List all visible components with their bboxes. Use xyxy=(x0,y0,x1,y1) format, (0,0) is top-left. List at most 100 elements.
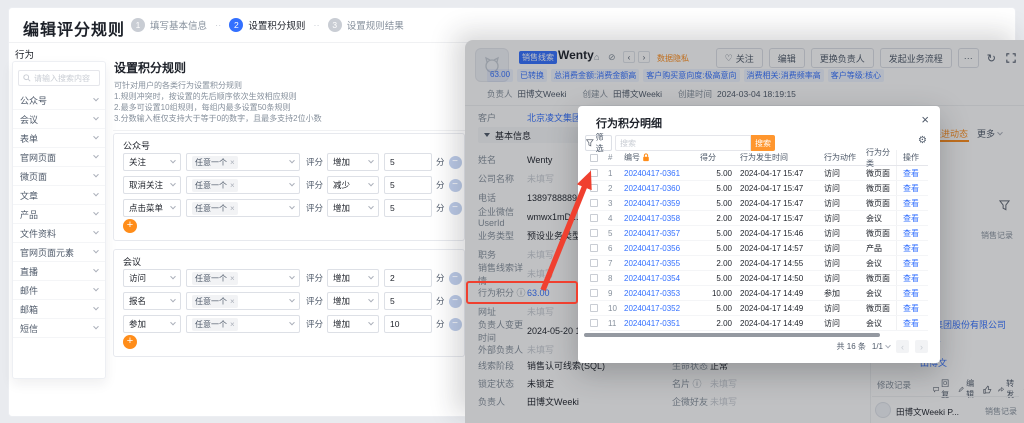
action-select[interactable]: 参加 xyxy=(123,315,181,333)
score-table-row[interactable]: 6 20240417-0356 5.00 2024-04-17 14:57 访问… xyxy=(590,241,928,256)
target-multiselect[interactable]: 任意一个× xyxy=(186,176,300,194)
target-multiselect[interactable]: 任意一个× xyxy=(186,269,300,287)
add-rule-button[interactable]: + xyxy=(123,335,137,349)
wizard-step[interactable]: 3 设置规则结果 xyxy=(328,18,404,32)
score-number-link[interactable]: 20240417-0356 xyxy=(624,244,680,253)
score-table-row[interactable]: 8 20240417-0354 5.00 2024-04-17 14:50 访问… xyxy=(590,271,928,286)
view-link[interactable]: 查看 xyxy=(903,318,919,329)
row-checkbox[interactable] xyxy=(590,184,598,192)
wizard-step[interactable]: 1 填写基本信息 xyxy=(131,18,221,32)
search-input[interactable] xyxy=(34,74,95,83)
view-link[interactable]: 查看 xyxy=(903,168,919,179)
score-input[interactable]: 2 xyxy=(384,269,432,287)
view-link[interactable]: 查看 xyxy=(903,183,919,194)
view-link[interactable]: 查看 xyxy=(903,243,919,254)
operation-select[interactable]: 增加 xyxy=(327,199,379,217)
row-checkbox[interactable] xyxy=(590,214,598,222)
sidebar-search[interactable] xyxy=(18,70,100,86)
remove-chip-icon[interactable]: × xyxy=(230,274,235,283)
score-number-link[interactable]: 20240417-0361 xyxy=(624,169,680,178)
sidebar-category-item[interactable]: 邮箱 xyxy=(13,300,105,319)
gear-icon[interactable]: ⚙ xyxy=(918,135,927,146)
add-rule-button[interactable]: + xyxy=(123,219,137,233)
action-select[interactable]: 报名 xyxy=(123,292,181,310)
next-page-button[interactable]: › xyxy=(915,340,928,353)
row-checkbox[interactable] xyxy=(590,289,598,297)
filter-button[interactable]: 筛选 xyxy=(585,135,612,151)
remove-chip-icon[interactable]: × xyxy=(230,204,235,213)
wizard-step[interactable]: 2 设置积分规则 xyxy=(229,18,319,32)
score-number-link[interactable]: 20240417-0352 xyxy=(624,304,680,313)
remove-row-button[interactable]: − xyxy=(449,156,462,169)
row-checkbox[interactable] xyxy=(590,319,598,327)
remove-row-button[interactable]: − xyxy=(449,272,462,285)
score-table-row[interactable]: 3 20240417-0359 5.00 2024-04-17 15:47 访问… xyxy=(590,196,928,211)
score-input[interactable]: 5 xyxy=(384,153,432,171)
sidebar-category-item[interactable]: 微页面 xyxy=(13,167,105,186)
view-link[interactable]: 查看 xyxy=(903,228,919,239)
prev-page-button[interactable]: ‹ xyxy=(896,340,909,353)
row-checkbox[interactable] xyxy=(590,259,598,267)
remove-row-button[interactable]: − xyxy=(449,318,462,331)
page-select[interactable]: 1/1 xyxy=(872,342,890,351)
remove-chip-icon[interactable]: × xyxy=(230,320,235,329)
remove-chip-icon[interactable]: × xyxy=(230,158,235,167)
sidebar-category-item[interactable]: 官网页面元素 xyxy=(13,243,105,262)
sidebar-category-item[interactable]: 官网页面 xyxy=(13,148,105,167)
remove-chip-icon[interactable]: × xyxy=(230,181,235,190)
row-checkbox[interactable] xyxy=(590,199,598,207)
horizontal-scrollbar[interactable] xyxy=(584,333,880,337)
close-icon[interactable]: × xyxy=(921,112,929,127)
sidebar-category-item[interactable]: 直播 xyxy=(13,262,105,281)
score-input[interactable]: 10 xyxy=(384,315,432,333)
view-link[interactable]: 查看 xyxy=(903,303,919,314)
row-checkbox[interactable] xyxy=(590,304,598,312)
remove-row-button[interactable]: − xyxy=(449,295,462,308)
sidebar-category-item[interactable]: 文件资料 xyxy=(13,224,105,243)
score-table-row[interactable]: 5 20240417-0357 5.00 2024-04-17 15:46 访问… xyxy=(590,226,928,241)
sidebar-category-item[interactable]: 邮件 xyxy=(13,281,105,300)
score-table-row[interactable]: 9 20240417-0353 10.00 2024-04-17 14:49 参… xyxy=(590,286,928,301)
score-number-link[interactable]: 20240417-0360 xyxy=(624,184,680,193)
score-table-row[interactable]: 1 20240417-0361 5.00 2024-04-17 15:47 访问… xyxy=(590,166,928,181)
score-input[interactable]: 5 xyxy=(384,199,432,217)
score-number-link[interactable]: 20240417-0351 xyxy=(624,319,680,328)
view-link[interactable]: 查看 xyxy=(903,258,919,269)
score-number-link[interactable]: 20240417-0355 xyxy=(624,259,680,268)
score-table-row[interactable]: 4 20240417-0358 2.00 2024-04-17 15:47 访问… xyxy=(590,211,928,226)
score-table-row[interactable]: 2 20240417-0360 5.00 2024-04-17 15:47 访问… xyxy=(590,181,928,196)
select-all-checkbox[interactable] xyxy=(590,154,598,162)
operation-select[interactable]: 增加 xyxy=(327,153,379,171)
sidebar-category-item[interactable]: 文章 xyxy=(13,186,105,205)
action-select[interactable]: 访问 xyxy=(123,269,181,287)
view-link[interactable]: 查看 xyxy=(903,273,919,284)
score-table-row[interactable]: 10 20240417-0352 5.00 2024-04-17 14:49 访… xyxy=(590,301,928,316)
score-input[interactable]: 5 xyxy=(384,176,432,194)
operation-select[interactable]: 增加 xyxy=(327,269,379,287)
operation-select[interactable]: 减少 xyxy=(327,176,379,194)
view-link[interactable]: 查看 xyxy=(903,198,919,209)
score-number-link[interactable]: 20240417-0354 xyxy=(624,274,680,283)
sidebar-category-item[interactable]: 表单 xyxy=(13,129,105,148)
modal-search-input[interactable] xyxy=(615,135,751,151)
target-multiselect[interactable]: 任意一个× xyxy=(186,153,300,171)
sidebar-category-item[interactable]: 公众号 xyxy=(13,91,105,110)
view-link[interactable]: 查看 xyxy=(903,213,919,224)
operation-select[interactable]: 增加 xyxy=(327,315,379,333)
target-multiselect[interactable]: 任意一个× xyxy=(186,199,300,217)
row-checkbox[interactable] xyxy=(590,244,598,252)
score-number-link[interactable]: 20240417-0359 xyxy=(624,199,680,208)
target-multiselect[interactable]: 任意一个× xyxy=(186,292,300,310)
remove-chip-icon[interactable]: × xyxy=(230,297,235,306)
action-select[interactable]: 关注 xyxy=(123,153,181,171)
score-input[interactable]: 5 xyxy=(384,292,432,310)
remove-row-button[interactable]: − xyxy=(449,179,462,192)
row-checkbox[interactable] xyxy=(590,274,598,282)
action-select[interactable]: 取消关注 xyxy=(123,176,181,194)
target-multiselect[interactable]: 任意一个× xyxy=(186,315,300,333)
remove-row-button[interactable]: − xyxy=(449,202,462,215)
view-link[interactable]: 查看 xyxy=(903,288,919,299)
sidebar-category-item[interactable]: 短信 xyxy=(13,319,105,338)
score-table-row[interactable]: 11 20240417-0351 2.00 2024-04-17 14:49 访… xyxy=(590,316,928,331)
row-checkbox[interactable] xyxy=(590,229,598,237)
